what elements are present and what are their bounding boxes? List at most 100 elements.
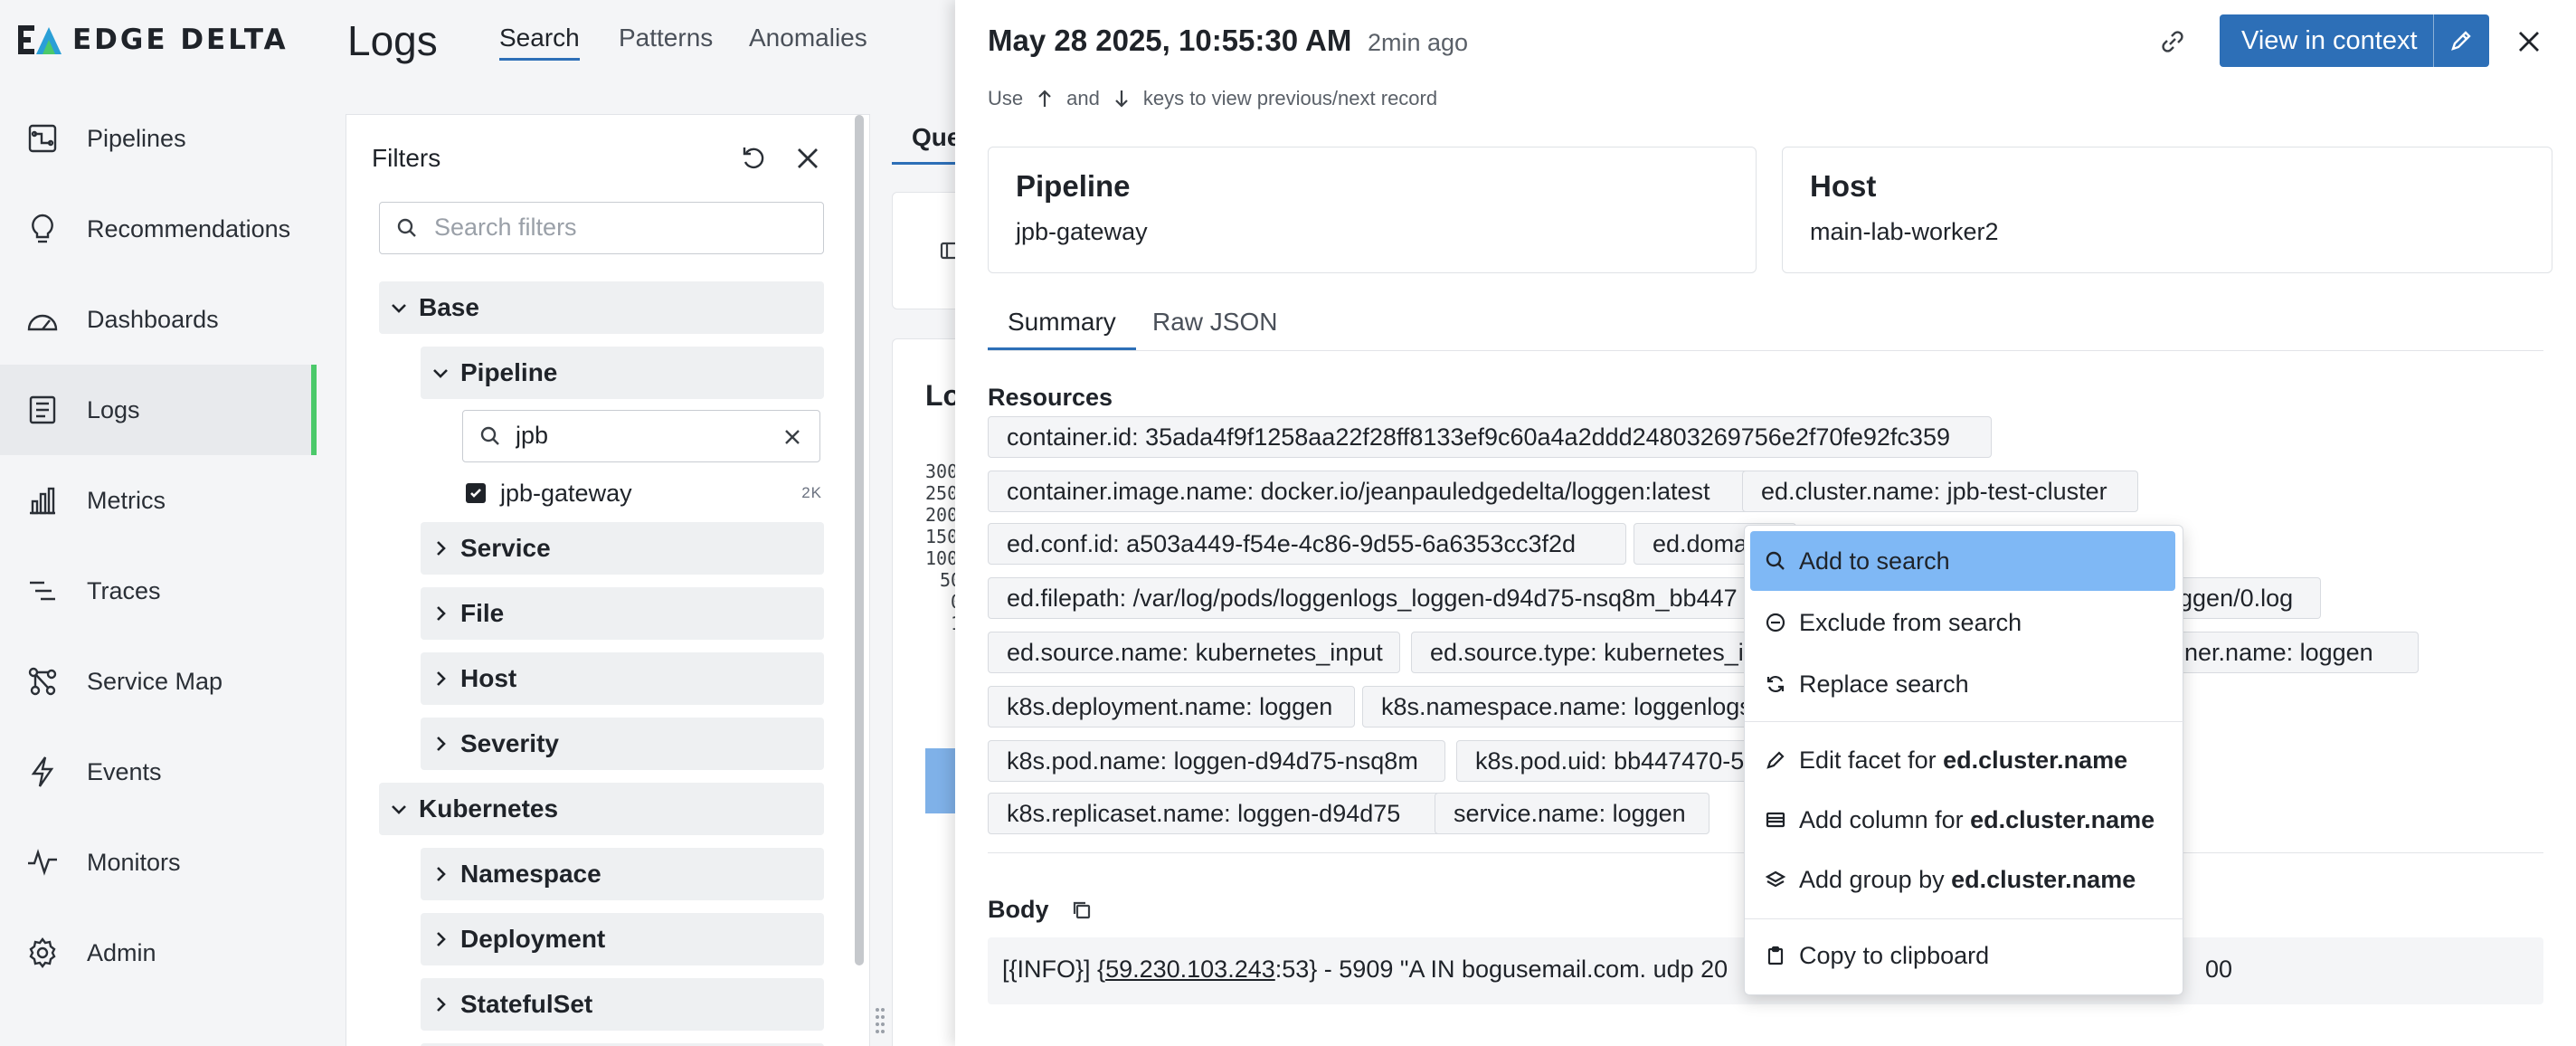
close-icon [2519, 32, 2539, 52]
filter-group-label: Kubernetes [419, 794, 559, 823]
close-drawer-button[interactable] [2509, 22, 2549, 62]
brand-logo[interactable]: EDGE DELTA [18, 24, 289, 56]
filter-group-base[interactable]: Base [379, 281, 824, 334]
resource-chip[interactable]: container.image.name: docker.io/jeanpaul… [988, 471, 1757, 512]
menu-item-add-group-by[interactable]: Add group by ed.cluster.name [1750, 850, 2175, 909]
filters-panel: Filters Base Pipeline jpb-gateway 2K Ser… [346, 114, 870, 1046]
pencil-icon[interactable] [2434, 29, 2488, 52]
search-icon [1766, 551, 1785, 570]
menu-item-add-to-search[interactable]: Add to search [1750, 531, 2175, 591]
body-prefix: [{INFO}] { [1002, 956, 1106, 983]
nav-label: Metrics [87, 486, 166, 514]
chevron-right-icon [421, 604, 460, 623]
nav-item-monitors[interactable]: Monitors [0, 817, 317, 908]
filters-scrollbar[interactable] [855, 115, 864, 965]
menu-item-add-column[interactable]: Add column for ed.cluster.name [1750, 790, 2175, 850]
menu-divider [1745, 918, 2184, 919]
nav-item-service-map[interactable]: Service Map [0, 636, 317, 727]
resource-chip[interactable]: ed.conf.id: a503a449-f54e-4c86-9d55-6a63… [988, 523, 1626, 565]
filter-search-input[interactable] [434, 214, 796, 242]
filter-group-deployment[interactable]: Deployment [421, 913, 824, 965]
filters-title: Filters [372, 144, 441, 172]
resource-chip[interactable]: ainer.name: loggen [2165, 632, 2419, 673]
filter-group-namespace[interactable]: Namespace [421, 848, 824, 900]
nav-item-traces[interactable]: Traces [0, 546, 317, 636]
menu-item-copy-to-clipboard[interactable]: Copy to clipboard [1750, 926, 2175, 985]
menu-item-label: Add group by ed.cluster.name [1799, 865, 2136, 893]
filter-group-label: Host [460, 664, 517, 692]
filter-option-jpb-gateway[interactable]: jpb-gateway 2K [466, 473, 822, 513]
nav-item-pipelines[interactable]: Pipelines [0, 93, 317, 184]
view-in-context-button[interactable]: View in context [2220, 14, 2489, 67]
chevron-right-icon [421, 734, 460, 754]
resource-chip[interactable]: k8s.deployment.name: loggen [988, 686, 1355, 727]
filter-group-severity[interactable]: Severity [421, 718, 824, 770]
gauge-icon [25, 302, 60, 337]
body-ip-link[interactable]: 59.230.103.243 [1105, 956, 1275, 983]
host-card-label: Host [1810, 169, 1877, 203]
reset-filters-button[interactable] [735, 140, 772, 176]
minus-circle-icon [1766, 613, 1785, 632]
tab-query[interactable]: Query [892, 114, 964, 165]
filter-option-count: 2K [801, 484, 822, 501]
resource-chip[interactable]: ed.filepath: /var/log/pods/loggenlogs_lo… [988, 577, 1793, 619]
pipelines-icon [25, 121, 60, 156]
resource-chip[interactable]: k8s.replicaset.name: loggen-d94d75 [988, 793, 1444, 834]
nav-item-metrics[interactable]: Metrics [0, 455, 317, 546]
close-filters-button[interactable] [790, 140, 826, 176]
pipeline-search-input[interactable] [516, 422, 769, 450]
nav-item-events[interactable]: Events [0, 727, 317, 817]
chevron-down-icon [379, 298, 419, 318]
filter-group-pipeline[interactable]: Pipeline [421, 347, 824, 399]
y-tick: 100 [925, 547, 959, 569]
menu-item-edit-facet[interactable]: Edit facet for ed.cluster.name [1750, 730, 2175, 790]
chevron-right-icon [421, 538, 460, 558]
resource-chip[interactable]: ed.source.type: kubernetes_i [1411, 632, 1791, 673]
resource-chip[interactable]: k8s.namespace.name: loggenlogs [1362, 686, 1796, 727]
filter-search-field[interactable] [379, 202, 824, 254]
copy-icon[interactable] [1071, 899, 1093, 921]
filter-group-service[interactable]: Service [421, 522, 824, 575]
resource-chip[interactable]: service.name: loggen [1435, 793, 1709, 834]
tab-summary[interactable]: Summary [988, 308, 1136, 350]
filter-group-label: Severity [460, 729, 559, 757]
tab-anomalies[interactable]: Anomalies [749, 24, 867, 58]
menu-item-replace-search[interactable]: Replace search [1750, 654, 2175, 714]
keyboard-hint: Use and keys to view previous/next recor… [988, 87, 1437, 110]
menu-item-label: Copy to clipboard [1799, 941, 1990, 969]
service-map-icon [25, 664, 60, 699]
nav-label: Admin [87, 938, 156, 966]
filter-group-statefulset[interactable]: StatefulSet [421, 978, 824, 1031]
table-icon [1766, 812, 1785, 828]
filter-group-file[interactable]: File [421, 587, 824, 640]
filter-group-kubernetes[interactable]: Kubernetes [379, 783, 824, 835]
nav-item-admin[interactable]: Admin [0, 908, 317, 998]
pipeline-search-field[interactable] [462, 410, 820, 462]
tab-search[interactable]: Search [499, 24, 580, 61]
chevron-down-icon [421, 363, 460, 383]
resize-handle[interactable] [874, 1004, 886, 1046]
resource-chip[interactable]: ed.source.name: kubernetes_input [988, 632, 1400, 673]
menu-item-label: Add to search [1799, 547, 1950, 575]
tab-patterns[interactable]: Patterns [619, 24, 713, 58]
filter-option-label: jpb-gateway [500, 479, 632, 507]
menu-item-exclude-from-search[interactable]: Exclude from search [1750, 593, 2175, 652]
filter-group-host[interactable]: Host [421, 652, 824, 705]
tab-raw-json[interactable]: Raw JSON [1132, 308, 1297, 347]
resources-title: Resources [988, 384, 1113, 411]
copy-link-button[interactable] [2155, 24, 2191, 60]
nav-label: Traces [87, 576, 161, 604]
record-relative-time: 2min ago [1368, 29, 1469, 56]
record-timestamp: May 28 2025, 10:55:30 AM [988, 24, 1352, 57]
filter-group-label: Base [419, 293, 479, 321]
nav-label: Recommendations [87, 214, 291, 242]
resource-chip[interactable]: oggen/0.log [2165, 577, 2321, 619]
checkbox-checked[interactable] [466, 483, 486, 503]
clear-icon[interactable] [781, 426, 803, 448]
nav-item-dashboards[interactable]: Dashboards [0, 274, 317, 365]
resource-chip[interactable]: container.id: 35ada4f9f1258aa22f28ff8133… [988, 416, 1992, 458]
nav-item-recommendations[interactable]: Recommendations [0, 184, 317, 274]
resource-chip[interactable]: ed.cluster.name: jpb-test-cluster [1742, 471, 2138, 512]
nav-item-logs[interactable]: Logs [0, 365, 317, 455]
resource-chip[interactable]: k8s.pod.name: loggen-d94d75-nsq8m [988, 740, 1445, 782]
